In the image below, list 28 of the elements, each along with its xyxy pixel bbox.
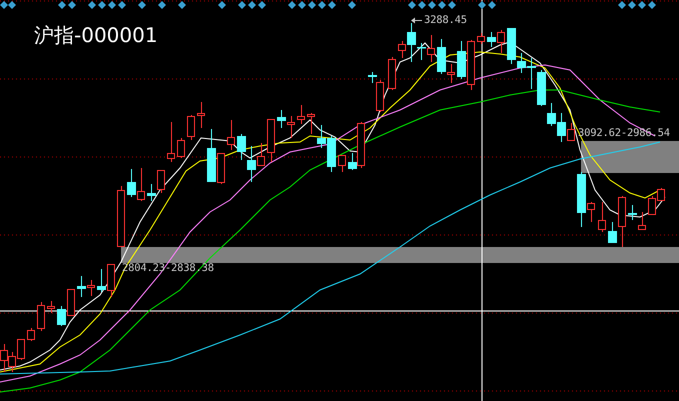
candlestick [57, 306, 66, 326]
candlestick [187, 114, 195, 140]
candlestick [277, 110, 286, 128]
candlestick [127, 168, 136, 198]
candlestick [267, 118, 275, 162]
candlestick [388, 56, 396, 90]
price-label: 3288.45 [424, 14, 467, 26]
candlestick [147, 184, 156, 202]
candlestick [177, 138, 185, 158]
candlestick [297, 104, 305, 124]
candlestick [307, 112, 315, 134]
candlestick [77, 276, 86, 298]
candlestick [598, 202, 606, 232]
candlestick [227, 120, 235, 150]
candlestick [97, 268, 106, 292]
candlestick [457, 40, 466, 80]
arrow-icon [411, 16, 422, 24]
candlestick [27, 328, 35, 342]
chart-title: 沪指-000001 [34, 22, 158, 49]
candlestick [338, 154, 346, 172]
candlestick [167, 122, 175, 162]
candlestick [37, 302, 45, 332]
candlestick [628, 204, 637, 220]
candlestick [237, 134, 246, 160]
candlestick [117, 186, 125, 247]
candlestick [47, 300, 55, 314]
candlestick [477, 32, 485, 44]
candlestick [197, 102, 205, 128]
